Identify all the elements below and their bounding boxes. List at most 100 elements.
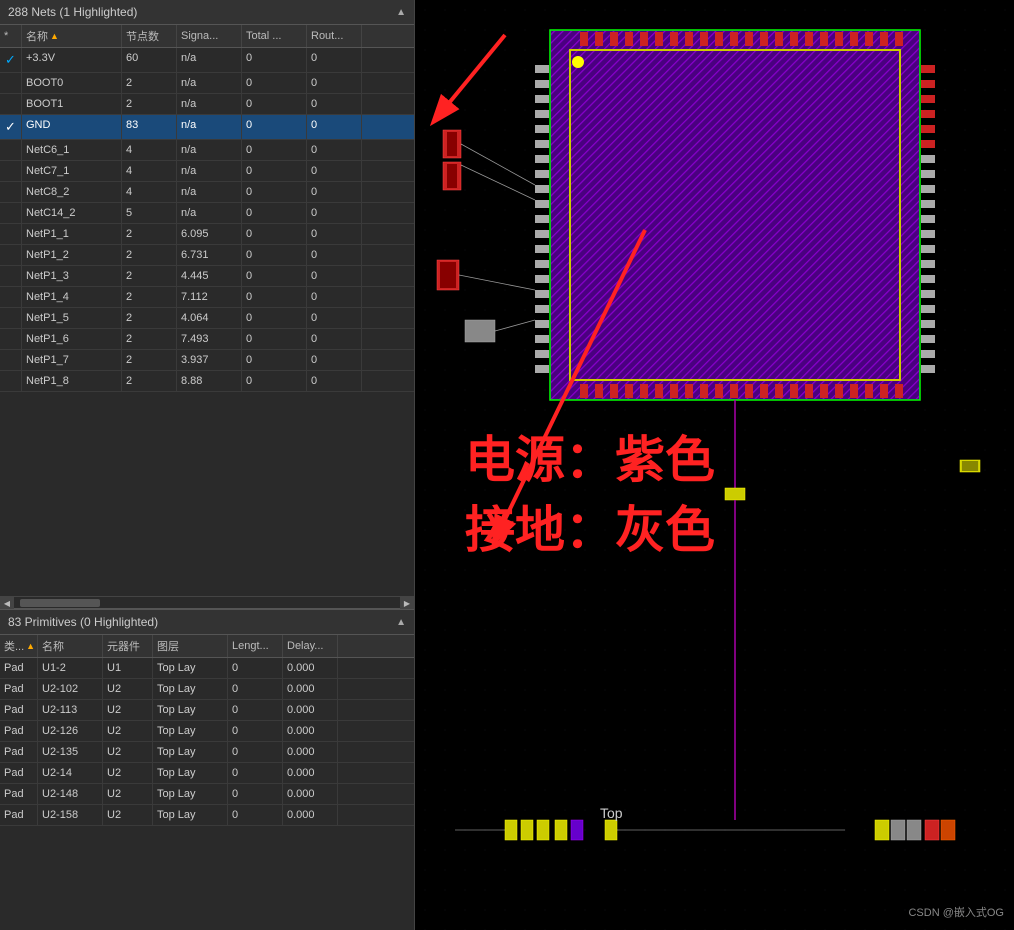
prim-delay: 0.000 bbox=[283, 805, 338, 825]
prim-layer: Top Lay bbox=[153, 679, 228, 699]
prim-col-length[interactable]: Lengt... bbox=[228, 635, 283, 657]
net-check bbox=[0, 371, 22, 391]
prim-delay: 0.000 bbox=[283, 700, 338, 720]
nets-col-nodes[interactable]: 节点数 bbox=[122, 25, 177, 47]
primitives-section: 83 Primitives (0 Highlighted) ▲ 类... ▲ 名… bbox=[0, 610, 414, 930]
net-total: 0 bbox=[242, 203, 307, 223]
prim-length: 0 bbox=[228, 721, 283, 741]
prim-type: Pad bbox=[0, 784, 38, 804]
prim-delay: 0.000 bbox=[283, 658, 338, 678]
net-total: 0 bbox=[242, 371, 307, 391]
nets-col-star[interactable]: * bbox=[0, 25, 22, 47]
prim-component: U1 bbox=[103, 658, 153, 678]
net-check bbox=[0, 350, 22, 370]
prim-name: U2-113 bbox=[38, 700, 103, 720]
net-signal: n/a bbox=[177, 140, 242, 160]
net-name: +3.3V bbox=[22, 48, 122, 72]
nets-col-route[interactable]: Rout... bbox=[307, 25, 362, 47]
net-signal: n/a bbox=[177, 94, 242, 114]
prim-name: U2-135 bbox=[38, 742, 103, 762]
prim-col-component[interactable]: 元器件 bbox=[103, 635, 153, 657]
prim-row[interactable]: Pad U2-113 U2 Top Lay 0 0.000 bbox=[0, 700, 414, 721]
nets-col-signal[interactable]: Signa... bbox=[177, 25, 242, 47]
primitives-table-body[interactable]: Pad U1-2 U1 Top Lay 0 0.000 Pad U2-102 U… bbox=[0, 658, 414, 930]
net-row[interactable]: NetP1_6 2 7.493 0 0 bbox=[0, 329, 414, 350]
prim-col-type[interactable]: 类... ▲ bbox=[0, 635, 38, 657]
prim-layer: Top Lay bbox=[153, 784, 228, 804]
right-panel[interactable]: Top 电源：紫色 接地：灰色 CSDN @嵌入式OG bbox=[415, 0, 1014, 930]
prim-layer: Top Lay bbox=[153, 805, 228, 825]
prim-row[interactable]: Pad U2-148 U2 Top Lay 0 0.000 bbox=[0, 784, 414, 805]
net-signal: n/a bbox=[177, 73, 242, 93]
prim-row[interactable]: Pad U2-135 U2 Top Lay 0 0.000 bbox=[0, 742, 414, 763]
net-row[interactable]: NetP1_3 2 4.445 0 0 bbox=[0, 266, 414, 287]
prim-layer: Top Lay bbox=[153, 658, 228, 678]
scroll-left-btn[interactable]: ◀ bbox=[0, 597, 14, 609]
nets-scroll-up[interactable]: ▲ bbox=[396, 7, 406, 18]
nets-table-body[interactable]: ✓ +3.3V 60 n/a 0 0 BOOT0 2 n/a 0 0 BOOT1… bbox=[0, 48, 414, 596]
prim-row[interactable]: Pad U1-2 U1 Top Lay 0 0.000 bbox=[0, 658, 414, 679]
prim-type: Pad bbox=[0, 721, 38, 741]
net-row[interactable]: NetP1_2 2 6.731 0 0 bbox=[0, 245, 414, 266]
gnd-label: 接地：灰色 bbox=[465, 502, 715, 558]
prim-name: U2-126 bbox=[38, 721, 103, 741]
prim-length: 0 bbox=[228, 784, 283, 804]
net-signal: n/a bbox=[177, 48, 242, 72]
net-route: 0 bbox=[307, 245, 362, 265]
net-route: 0 bbox=[307, 224, 362, 244]
prim-col-layer[interactable]: 图层 bbox=[153, 635, 228, 657]
net-row[interactable]: ✓ GND 83 n/a 0 0 bbox=[0, 115, 414, 140]
power-annotation: 电源：紫色 bbox=[465, 420, 715, 492]
net-total: 0 bbox=[242, 182, 307, 202]
net-total: 0 bbox=[242, 350, 307, 370]
net-row[interactable]: NetP1_5 2 4.064 0 0 bbox=[0, 308, 414, 329]
nets-col-name[interactable]: 名称 ▲ bbox=[22, 25, 122, 47]
prim-name: U2-14 bbox=[38, 763, 103, 783]
net-check bbox=[0, 203, 22, 223]
prim-col-delay[interactable]: Delay... bbox=[283, 635, 338, 657]
prim-length: 0 bbox=[228, 679, 283, 699]
net-row[interactable]: NetC6_1 4 n/a 0 0 bbox=[0, 140, 414, 161]
net-row[interactable]: BOOT0 2 n/a 0 0 bbox=[0, 73, 414, 94]
prim-row[interactable]: Pad U2-14 U2 Top Lay 0 0.000 bbox=[0, 763, 414, 784]
prim-component: U2 bbox=[103, 805, 153, 825]
net-row[interactable]: NetC8_2 4 n/a 0 0 bbox=[0, 182, 414, 203]
net-name: NetP1_8 bbox=[22, 371, 122, 391]
net-nodes: 2 bbox=[122, 329, 177, 349]
prim-component: U2 bbox=[103, 742, 153, 762]
net-row[interactable]: ✓ +3.3V 60 n/a 0 0 bbox=[0, 48, 414, 73]
prim-row[interactable]: Pad U2-158 U2 Top Lay 0 0.000 bbox=[0, 805, 414, 826]
prim-name: U2-158 bbox=[38, 805, 103, 825]
nets-horizontal-scrollbar[interactable]: ◀ ▶ bbox=[0, 596, 414, 608]
net-check bbox=[0, 245, 22, 265]
net-row[interactable]: NetC7_1 4 n/a 0 0 bbox=[0, 161, 414, 182]
net-check bbox=[0, 182, 22, 202]
prim-layer: Top Lay bbox=[153, 742, 228, 762]
net-name: BOOT1 bbox=[22, 94, 122, 114]
scroll-right-btn[interactable]: ▶ bbox=[400, 597, 414, 609]
net-row[interactable]: NetP1_1 2 6.095 0 0 bbox=[0, 224, 414, 245]
net-total: 0 bbox=[242, 287, 307, 307]
net-row[interactable]: NetP1_8 2 8.88 0 0 bbox=[0, 371, 414, 392]
primitives-scroll-up[interactable]: ▲ bbox=[396, 617, 406, 628]
net-nodes: 5 bbox=[122, 203, 177, 223]
nets-rows-container: ✓ +3.3V 60 n/a 0 0 BOOT0 2 n/a 0 0 BOOT1… bbox=[0, 48, 414, 596]
net-route: 0 bbox=[307, 266, 362, 286]
net-route: 0 bbox=[307, 94, 362, 114]
net-row[interactable]: NetC14_2 5 n/a 0 0 bbox=[0, 203, 414, 224]
prim-col-name[interactable]: 名称 bbox=[38, 635, 103, 657]
net-route: 0 bbox=[307, 287, 362, 307]
net-row[interactable]: NetP1_4 2 7.112 0 0 bbox=[0, 287, 414, 308]
prim-row[interactable]: Pad U2-126 U2 Top Lay 0 0.000 bbox=[0, 721, 414, 742]
nets-col-total[interactable]: Total ... bbox=[242, 25, 307, 47]
scroll-thumb[interactable] bbox=[20, 599, 100, 607]
watermark: CSDN @嵌入式OG bbox=[908, 904, 1004, 920]
net-nodes: 60 bbox=[122, 48, 177, 72]
net-row[interactable]: NetP1_7 2 3.937 0 0 bbox=[0, 350, 414, 371]
prim-row[interactable]: Pad U2-102 U2 Top Lay 0 0.000 bbox=[0, 679, 414, 700]
prim-delay: 0.000 bbox=[283, 763, 338, 783]
net-route: 0 bbox=[307, 161, 362, 181]
net-check bbox=[0, 140, 22, 160]
net-row[interactable]: BOOT1 2 n/a 0 0 bbox=[0, 94, 414, 115]
gnd-annotation: 接地：灰色 bbox=[465, 490, 715, 562]
